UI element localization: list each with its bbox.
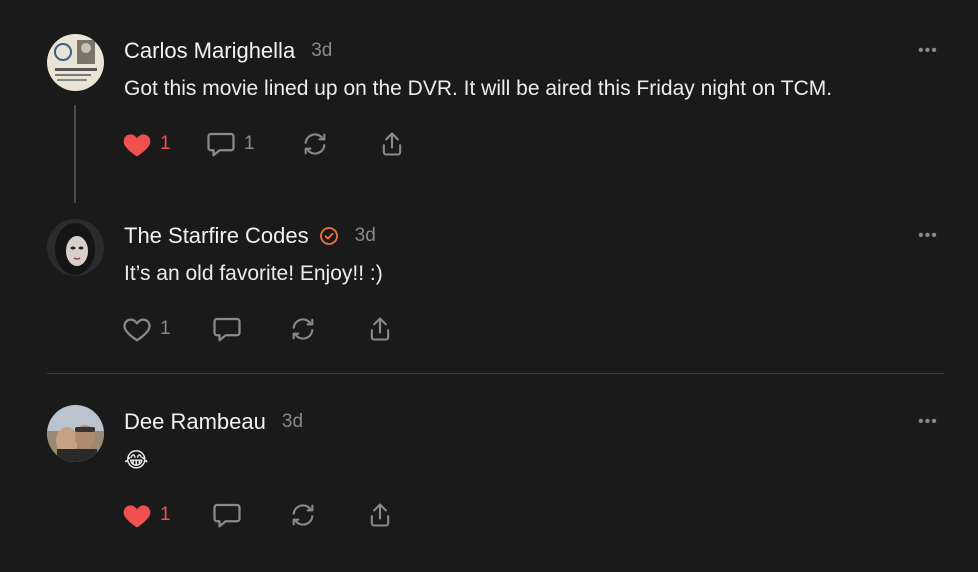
more-options-icon[interactable]: ••• xyxy=(918,227,938,245)
verified-badge-icon xyxy=(319,227,338,245)
share-icon xyxy=(370,317,390,341)
share-button[interactable] xyxy=(365,314,395,344)
comment-bubble-icon xyxy=(213,317,241,342)
comment-author: The Starfire Codes 3d xyxy=(124,223,376,249)
author-name[interactable]: Carlos Marighella xyxy=(124,38,295,64)
heart-outline-icon xyxy=(123,318,151,342)
comment-author: Carlos Marighella 3d xyxy=(124,38,332,64)
restack-icon xyxy=(304,133,326,155)
like-count: 1 xyxy=(160,318,171,339)
restack-button[interactable] xyxy=(300,129,330,159)
comment-author: Dee Rambeau 3d xyxy=(124,409,303,435)
more-options-icon[interactable]: ••• xyxy=(918,413,938,431)
share-icon xyxy=(370,503,390,527)
avatar-image xyxy=(47,405,104,462)
avatar-image xyxy=(47,219,104,276)
comment-text: It’s an old favorite! Enjoy!! :) xyxy=(124,262,383,285)
thread-line xyxy=(74,105,76,203)
comment-bubble-icon xyxy=(207,132,235,157)
author-name[interactable]: The Starfire Codes xyxy=(124,223,309,249)
avatar-image xyxy=(47,34,104,91)
like-button[interactable]: 1 xyxy=(122,129,171,159)
reply-button[interactable]: 1 xyxy=(206,129,255,159)
heart-filled-icon xyxy=(123,134,151,157)
share-icon xyxy=(382,132,402,156)
like-count: 1 xyxy=(160,133,171,154)
share-button[interactable] xyxy=(377,129,407,159)
reply-button[interactable] xyxy=(212,314,242,344)
avatar[interactable] xyxy=(47,219,104,276)
restack-icon xyxy=(292,504,314,526)
heart-filled-icon xyxy=(123,505,151,528)
reply-button[interactable] xyxy=(212,500,242,530)
author-name[interactable]: Dee Rambeau xyxy=(124,409,266,435)
reply-count: 1 xyxy=(244,133,255,154)
like-button[interactable]: 1 xyxy=(122,500,171,530)
restack-button[interactable] xyxy=(288,314,318,344)
avatar[interactable] xyxy=(47,405,104,462)
comment-text: 😂 xyxy=(124,449,149,472)
restack-button[interactable] xyxy=(288,500,318,530)
comment-time: 3d xyxy=(354,225,376,246)
comment-text: Got this movie lined up on the DVR. It w… xyxy=(124,77,833,100)
comment-bubble-icon xyxy=(213,503,241,528)
avatar[interactable] xyxy=(47,34,104,91)
comment-divider xyxy=(47,373,944,374)
restack-icon xyxy=(292,318,314,340)
comment-time: 3d xyxy=(311,40,333,61)
like-button[interactable]: 1 xyxy=(122,314,171,344)
more-options-icon[interactable]: ••• xyxy=(918,42,938,60)
share-button[interactable] xyxy=(365,500,395,530)
comment-time: 3d xyxy=(281,411,304,432)
like-count: 1 xyxy=(160,504,171,525)
